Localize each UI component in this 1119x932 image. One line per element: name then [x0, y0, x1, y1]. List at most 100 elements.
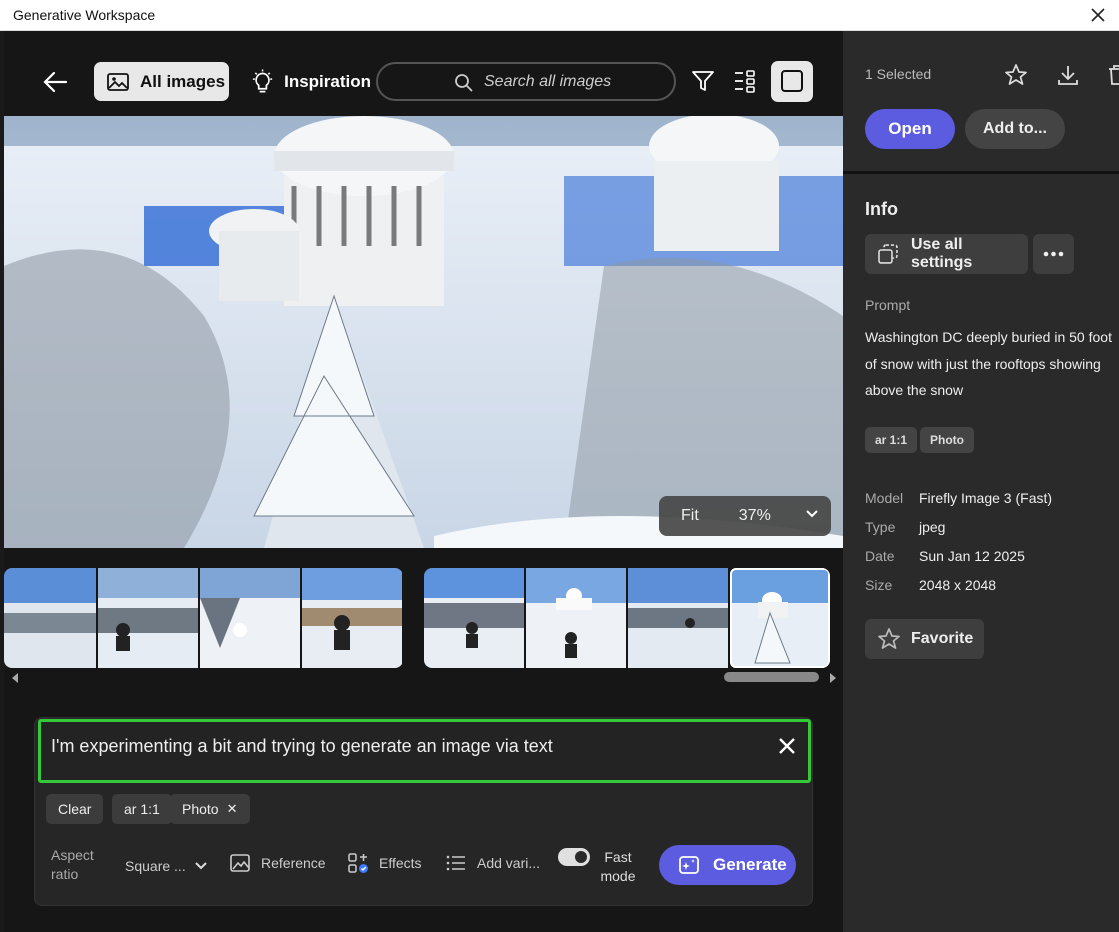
- filter-icon[interactable]: [690, 68, 716, 94]
- chevron-down-icon[interactable]: [805, 509, 819, 519]
- search-icon: [455, 74, 473, 92]
- effects-button[interactable]: Effects: [347, 852, 422, 874]
- sort-list-icon[interactable]: [732, 68, 758, 94]
- window-title: Generative Workspace: [13, 7, 156, 23]
- star-icon[interactable]: [1004, 63, 1028, 87]
- size-value: 2048 x 2048: [919, 577, 997, 593]
- thumbnail-group-1: [4, 568, 403, 668]
- thumbnail-image[interactable]: [424, 568, 524, 668]
- aspect-label-line1: Aspect: [51, 847, 94, 863]
- fast-mode-toggle[interactable]: [558, 848, 590, 866]
- more-options-button[interactable]: [1033, 234, 1074, 274]
- remove-chip-icon[interactable]: ✕: [227, 801, 238, 817]
- prompt-text: I'm experimenting a bit and trying to ge…: [51, 736, 553, 756]
- prompt-description: Washington DC deeply buried in 50 foot o…: [865, 329, 1112, 398]
- open-button[interactable]: Open: [865, 109, 955, 149]
- fast-mode-line2: mode: [600, 868, 636, 884]
- prompt-text-input[interactable]: I'm experimenting a bit and trying to ge…: [38, 719, 811, 783]
- favorite-button[interactable]: Favorite: [865, 619, 984, 659]
- aspect-ratio-dropdown[interactable]: Square ...: [125, 858, 208, 874]
- add-variation-label: Add vari...: [477, 855, 541, 871]
- main-image-preview[interactable]: [4, 116, 843, 548]
- tag-photo: Photo: [920, 427, 974, 453]
- thumbnail-image[interactable]: [98, 568, 198, 668]
- tag-aspect-ratio: ar 1:1: [865, 427, 918, 453]
- search-input[interactable]: Search all images: [376, 62, 676, 101]
- reference-button[interactable]: Reference: [229, 852, 326, 874]
- copy-settings-icon: [878, 244, 898, 264]
- zoom-control[interactable]: Fit 37%: [659, 496, 831, 536]
- all-images-label: All images: [140, 71, 226, 91]
- thumbnail-image[interactable]: [4, 568, 96, 668]
- image-icon: [107, 72, 129, 91]
- thumbnail-group-2: [424, 568, 830, 668]
- date-value: Sun Jan 12 2025: [919, 548, 1025, 564]
- sidebar-divider: [843, 171, 1119, 174]
- effects-label: Effects: [379, 855, 422, 871]
- aspect-ratio-chip[interactable]: ar 1:1: [112, 794, 172, 824]
- reference-image-icon: [230, 854, 250, 872]
- generate-button[interactable]: Generate: [659, 845, 796, 885]
- clear-chip-label: Clear: [58, 801, 92, 817]
- clear-chip-button[interactable]: Clear: [46, 794, 104, 824]
- info-sidebar: 1 Selected Open Add to... Info Use all s…: [843, 31, 1119, 932]
- clear-prompt-icon[interactable]: [776, 735, 798, 757]
- thumbnail-image[interactable]: [628, 568, 728, 668]
- ar-chip-label: ar 1:1: [124, 801, 160, 817]
- more-dots-icon: [1043, 251, 1064, 257]
- type-value: jpeg: [919, 519, 946, 535]
- inspiration-label: Inspiration: [284, 71, 371, 91]
- thumbnail-image[interactable]: [526, 568, 626, 668]
- close-window-icon[interactable]: [1087, 4, 1109, 26]
- prompt-heading: Prompt: [865, 297, 911, 313]
- add-variation-button[interactable]: Add vari...: [445, 852, 540, 874]
- main-area: All images Inspiration Search all images: [4, 31, 843, 932]
- date-key: Date: [865, 548, 895, 564]
- list-icon: [446, 855, 465, 871]
- aspect-ratio-value: Square ...: [125, 858, 186, 874]
- back-arrow-icon[interactable]: [38, 67, 72, 97]
- selected-count: 1 Selected: [865, 66, 932, 82]
- fit-label[interactable]: Fit: [681, 507, 699, 525]
- info-heading: Info: [865, 199, 898, 219]
- use-all-settings-label: Use all settings: [910, 236, 973, 271]
- model-key: Model: [865, 490, 904, 506]
- aspect-label-line2: ratio: [51, 866, 79, 882]
- scroll-right-arrow-icon[interactable]: [828, 672, 838, 684]
- prompt-panel: I'm experimenting a bit and trying to ge…: [34, 717, 813, 906]
- title-bar: Generative Workspace: [0, 0, 1119, 31]
- model-value: Firefly Image 3 (Fast): [919, 490, 1053, 506]
- thumbnail-image[interactable]: [302, 568, 402, 668]
- generate-sparkle-icon: [679, 856, 699, 874]
- all-images-button[interactable]: All images: [94, 62, 229, 101]
- favorite-label: Favorite: [911, 630, 974, 647]
- type-key: Type: [865, 519, 896, 535]
- lightbulb-icon: [252, 68, 273, 92]
- add-to-label: Add to...: [983, 120, 1047, 137]
- scroll-left-arrow-icon[interactable]: [10, 672, 20, 684]
- generate-label: Generate: [713, 855, 787, 874]
- reference-label: Reference: [261, 855, 326, 871]
- inspiration-button[interactable]: Inspiration: [246, 62, 371, 101]
- thumbnail-image-selected[interactable]: [730, 568, 830, 668]
- trash-icon[interactable]: [1105, 63, 1119, 87]
- use-all-settings-button[interactable]: Use all settings: [865, 234, 1028, 274]
- star-outline-icon: [878, 628, 900, 649]
- chevron-down-icon: [194, 862, 207, 870]
- download-icon[interactable]: [1056, 63, 1080, 87]
- snowy-capitol-image: [4, 116, 843, 548]
- single-view-button[interactable]: [771, 61, 813, 102]
- tag-ar-label: ar 1:1: [875, 433, 908, 447]
- square-view-icon: [781, 70, 803, 92]
- thumbnail-image[interactable]: [200, 568, 300, 668]
- horizontal-scrollbar-thumb[interactable]: [724, 672, 819, 682]
- aspect-ratio-label: Aspect ratio: [51, 846, 94, 884]
- fast-mode-label: Fast mode: [597, 848, 639, 886]
- photo-chip[interactable]: Photo ✕: [170, 794, 250, 824]
- add-to-button[interactable]: Add to...: [965, 109, 1065, 149]
- open-label: Open: [888, 119, 932, 138]
- size-key: Size: [865, 577, 893, 593]
- tag-photo-label: Photo: [930, 433, 964, 447]
- zoom-value: 37%: [738, 507, 771, 524]
- effects-icon: [348, 853, 368, 873]
